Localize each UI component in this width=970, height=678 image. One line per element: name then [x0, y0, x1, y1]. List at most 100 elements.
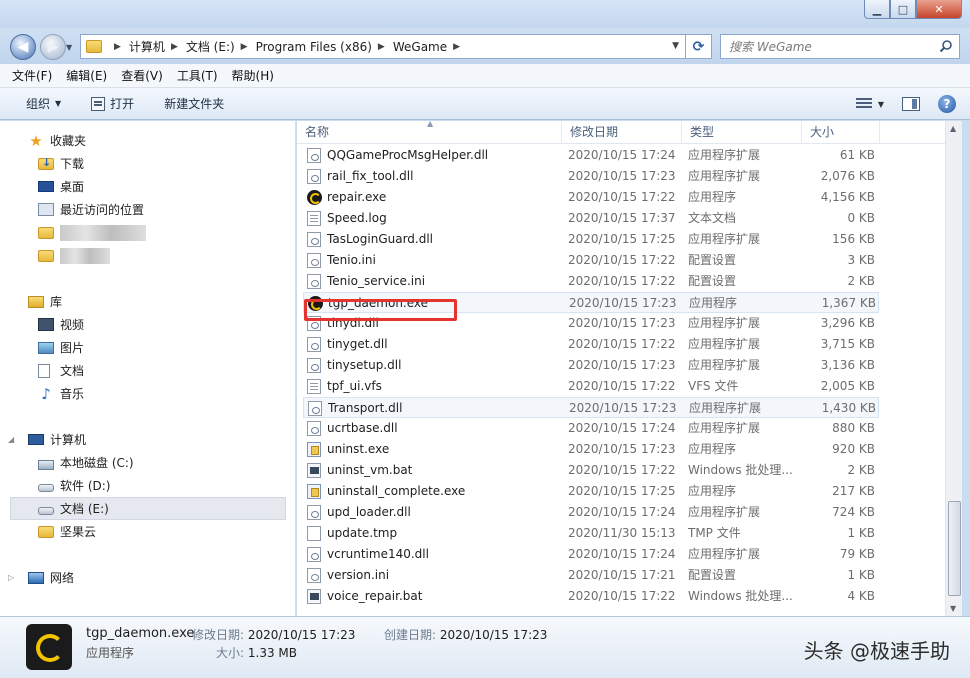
table-row[interactable]: Tenio_service.ini 2020/10/15 17:22 配置设置 2 K…	[303, 271, 879, 292]
file-type: 文本文档	[688, 211, 737, 225]
drive-icon	[38, 484, 54, 492]
menu-view[interactable]: 查看(V)	[121, 67, 163, 84]
expand-arrow-icon[interactable]: ◢	[8, 435, 14, 444]
forward-button[interactable]: ▶	[40, 34, 66, 60]
nav-favorites[interactable]: ★ 收藏夹	[0, 129, 290, 152]
table-row[interactable]: uninstall_complete.exe 2020/10/15 17:25 应用…	[303, 481, 879, 502]
details-modified: 修改日期: 2020/10/15 17:23	[192, 626, 355, 643]
menu-help[interactable]: 帮助(H)	[232, 67, 274, 84]
file-name: vcruntime140.dll	[327, 547, 429, 561]
recent-pages-dropdown[interactable]: ▼	[66, 43, 72, 52]
nav-desktop-label: 桌面	[60, 180, 85, 194]
dll-file-icon	[307, 169, 321, 184]
nav-drive-c[interactable]: 本地磁盘 (C:)	[0, 451, 290, 474]
preview-pane-icon[interactable]	[902, 97, 920, 111]
file-size: 156 KB	[832, 232, 875, 246]
new-folder-button[interactable]: 新建文件夹	[164, 95, 224, 112]
chevron-down-icon[interactable]: ▼	[878, 100, 884, 109]
vertical-scrollbar[interactable]: ▲ ▼	[945, 121, 962, 616]
nav-drive-e[interactable]: 文档 (E:)	[10, 497, 286, 520]
open-button[interactable]: 打开	[91, 95, 134, 112]
chevron-right-icon[interactable]: ▶	[378, 42, 385, 52]
nav-music-label: 音乐	[60, 387, 85, 401]
help-icon[interactable]: ?	[938, 95, 956, 113]
file-name: update.tmp	[327, 526, 398, 540]
nav-computer[interactable]: ◢ 计算机	[0, 428, 290, 451]
table-row[interactable]: tpf_ui.vfs 2020/10/15 17:22 VFS 文件 2,005 KB	[303, 376, 879, 397]
address-bar[interactable]: ▶ 计算机 ▶ 文档 (E:) ▶ Program Files (x86) ▶ …	[80, 34, 686, 59]
breadcrumb-drive-e[interactable]: 文档 (E:)	[186, 38, 235, 55]
back-button[interactable]: ◀	[10, 34, 36, 60]
column-date-label: 修改日期	[570, 125, 619, 139]
file-date: 2020/10/15 17:22	[568, 589, 676, 603]
file-name: Tenio.ini	[327, 253, 376, 267]
menu-edit[interactable]: 编辑(E)	[66, 67, 107, 84]
table-row[interactable]: tinyget.dll 2020/10/15 17:22 应用程序扩展 3,715 K…	[303, 334, 879, 355]
table-row[interactable]: Transport.dll 2020/10/15 17:23 应用程序扩展 1,430…	[303, 397, 879, 418]
search-icon[interactable]	[939, 39, 953, 53]
table-row[interactable]: update.tmp 2020/11/30 15:13 TMP 文件 1 KB	[303, 523, 879, 544]
search-box[interactable]	[720, 34, 960, 59]
breadcrumb-wegame[interactable]: WeGame	[393, 40, 447, 54]
table-row[interactable]: Speed.log 2020/10/15 17:37 文本文档 0 KB	[303, 208, 879, 229]
nav-blurred-folder-1[interactable]	[0, 221, 290, 244]
organize-button[interactable]: 组织 ▼	[26, 95, 61, 112]
table-row[interactable]: rail_fix_tool.dll 2020/10/15 17:23 应用程序扩展 2…	[303, 166, 879, 187]
scroll-up-icon[interactable]: ▲	[950, 124, 956, 133]
table-row[interactable]: upd_loader.dll 2020/10/15 17:24 应用程序扩展 724 …	[303, 502, 879, 523]
nav-pictures[interactable]: 图片	[0, 336, 290, 359]
table-row[interactable]: tinysetup.dll 2020/10/15 17:23 应用程序扩展 3,136…	[303, 355, 879, 376]
nav-jianguoyun[interactable]: 坚果云	[0, 520, 290, 543]
column-header-date[interactable]: 修改日期	[562, 121, 682, 144]
table-row[interactable]: version.ini 2020/10/15 17:21 配置设置 1 KB	[303, 565, 879, 586]
chevron-right-icon[interactable]: ▶	[241, 42, 248, 52]
chevron-right-icon[interactable]: ▶	[114, 42, 121, 52]
nav-desktop[interactable]: 桌面	[0, 175, 290, 198]
menu-tools[interactable]: 工具(T)	[177, 67, 218, 84]
table-row[interactable]: QQGameProcMsgHelper.dll 2020/10/15 17:24 应…	[303, 145, 879, 166]
scroll-down-icon[interactable]: ▼	[950, 604, 956, 613]
change-view-icon[interactable]	[855, 98, 872, 110]
nav-blurred-folder-2[interactable]	[0, 244, 290, 267]
chevron-right-icon[interactable]: ▶	[453, 42, 460, 52]
scrollbar-thumb[interactable]	[948, 501, 961, 596]
table-row[interactable]: ucrtbase.dll 2020/10/15 17:24 应用程序扩展 880 KB	[303, 418, 879, 439]
chevron-right-icon[interactable]: ▶	[171, 42, 178, 52]
table-row[interactable]: uninst.exe 2020/10/15 17:23 应用程序 920 KB	[303, 439, 879, 460]
breadcrumb-computer[interactable]: 计算机	[129, 38, 165, 55]
column-header-name[interactable]: 名称 ▲	[297, 121, 562, 144]
breadcrumb-program-files[interactable]: Program Files (x86)	[256, 40, 372, 54]
file-type: 应用程序扩展	[688, 337, 761, 351]
table-row[interactable]: repair.exe 2020/10/15 17:22 应用程序 4,156 KB	[303, 187, 879, 208]
nav-music[interactable]: ♪ 音乐	[0, 382, 290, 405]
menu-file[interactable]: 文件(F)	[12, 67, 52, 84]
table-row[interactable]: voice_repair.bat 2020/10/15 17:22 Windows …	[303, 586, 879, 607]
documents-library-icon	[38, 363, 50, 378]
refresh-button[interactable]: ⟳	[686, 34, 712, 59]
minimize-button[interactable]: ▁	[864, 0, 890, 19]
close-button[interactable]: ✕	[916, 0, 962, 19]
search-input[interactable]	[729, 39, 929, 54]
details-size-label: 大小:	[216, 646, 245, 660]
file-list: 名称 ▲ 修改日期 类型 大小 QQGameProcMsgHelper.dll 2…	[297, 121, 945, 616]
table-row[interactable]: uninst_vm.bat 2020/10/15 17:22 Windows 批处理…	[303, 460, 879, 481]
nav-recent-places[interactable]: 最近访问的位置	[0, 198, 290, 221]
column-header-type[interactable]: 类型	[682, 121, 802, 144]
nav-library[interactable]: 库	[0, 290, 290, 313]
menu-bar: 文件(F) 编辑(E) 查看(V) 工具(T) 帮助(H)	[0, 64, 970, 88]
table-row[interactable]: Tenio.ini 2020/10/15 17:22 配置设置 3 KB	[303, 250, 879, 271]
nav-documents[interactable]: 文档	[0, 359, 290, 382]
column-header-size[interactable]: 大小	[802, 121, 880, 144]
maximize-button[interactable]: □	[890, 0, 916, 19]
table-row[interactable]: vcruntime140.dll 2020/10/15 17:24 应用程序扩展 79…	[303, 544, 879, 565]
nav-network[interactable]: ▷ 网络	[0, 566, 290, 589]
expand-arrow-icon[interactable]: ▷	[8, 573, 14, 582]
table-row[interactable]: TasLoginGuard.dll 2020/10/15 17:25 应用程序扩展 1…	[303, 229, 879, 250]
address-dropdown-icon[interactable]: ▼	[672, 41, 679, 51]
nav-computer-label: 计算机	[50, 433, 87, 447]
file-size: 1 KB	[847, 568, 875, 582]
file-type: 应用程序	[688, 442, 737, 456]
nav-videos[interactable]: 视频	[0, 313, 290, 336]
nav-downloads[interactable]: 下载	[0, 152, 290, 175]
nav-drive-d[interactable]: 软件 (D:)	[0, 474, 290, 497]
